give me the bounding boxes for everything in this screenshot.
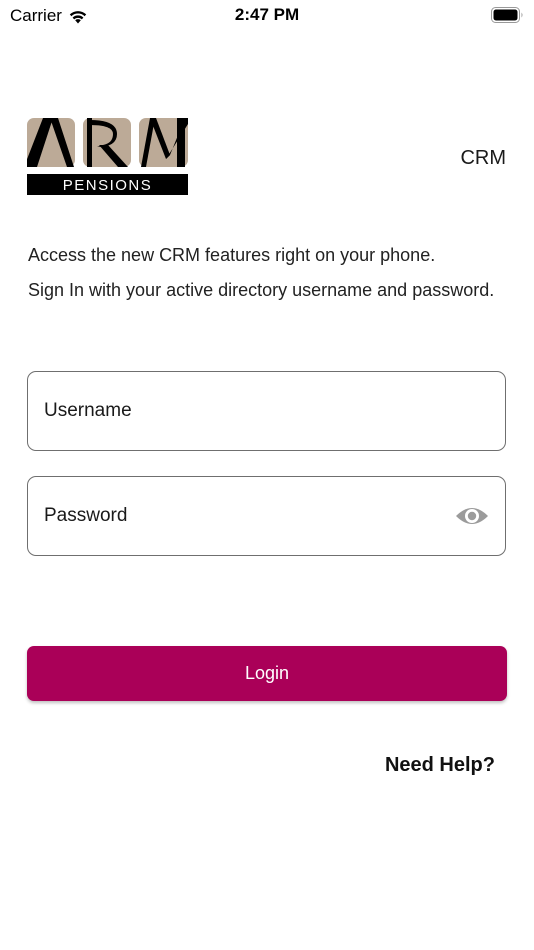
status-bar: Carrier 2:47 PM — [0, 0, 534, 32]
battery-icon — [491, 7, 523, 23]
status-time: 2:47 PM — [234, 5, 300, 24]
username-input[interactable] — [44, 372, 444, 450]
username-field[interactable] — [27, 371, 506, 451]
need-help-link[interactable]: Need Help? — [385, 754, 495, 777]
password-field[interactable] — [27, 476, 506, 556]
password-input[interactable] — [44, 477, 444, 555]
login-button[interactable]: Login — [27, 646, 507, 701]
arm-pensions-logo: PENSIONS — [27, 118, 188, 195]
instructions-text: Sign In with your active directory usern… — [28, 280, 495, 300]
logo-subtitle: PENSIONS — [63, 177, 153, 194]
page-title: CRM — [460, 147, 506, 169]
eye-icon[interactable] — [455, 503, 489, 529]
intro-text: Access the new CRM features right on you… — [28, 245, 436, 265]
